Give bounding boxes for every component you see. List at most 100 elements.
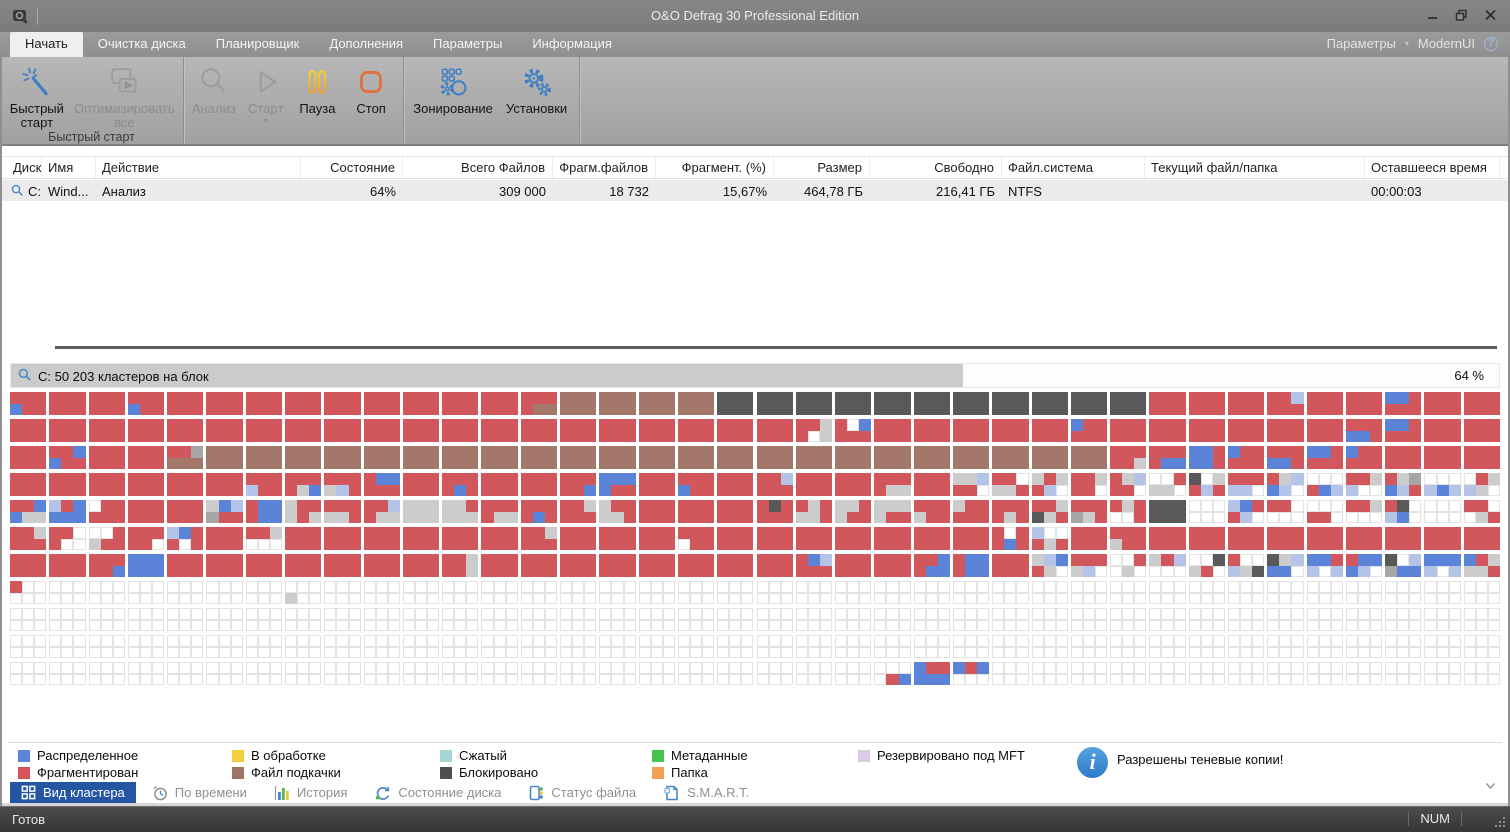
column-header[interactable]: Действие [96, 157, 301, 178]
cluster-block [1110, 635, 1146, 658]
cluster-block [835, 635, 871, 658]
cluster-block [10, 419, 46, 442]
pause-button[interactable]: Пауза [292, 62, 344, 116]
tab-disk-state[interactable]: Состояние диска [363, 782, 512, 803]
tab-start[interactable]: Начать [10, 32, 83, 57]
cluster-block [403, 419, 439, 442]
cluster-block [1189, 635, 1225, 658]
column-header[interactable]: Текущий файл/папка [1145, 157, 1365, 178]
cluster-block [953, 635, 989, 658]
cluster-block [206, 635, 242, 658]
cluster-block [1346, 419, 1382, 442]
cluster-block [1267, 419, 1303, 442]
cluster-block [914, 473, 950, 496]
tab-settings[interactable]: Параметры [418, 32, 517, 57]
optimize-icon [107, 62, 141, 102]
menu-tab-bar: НачатьОчистка дискаПланировщикДополнения… [0, 32, 1510, 57]
cluster-block [1307, 635, 1343, 658]
legend-item-folder: Папка [652, 764, 748, 781]
cluster-block [128, 662, 164, 685]
drive-table-row[interactable]: C:Wind...Анализ64%309 00018 73215,67%464… [2, 180, 1508, 201]
cluster-block [992, 662, 1028, 685]
collapse-panel-icon[interactable] [1485, 781, 1496, 793]
cluster-block [10, 392, 46, 415]
cluster-block [953, 581, 989, 604]
restore-button[interactable] [1453, 7, 1469, 22]
column-header[interactable]: Имя [42, 157, 96, 178]
quick-start-button[interactable]: Быстрый старт [4, 62, 70, 130]
parameters-menu[interactable]: Параметры [1327, 36, 1396, 51]
ribbon-group-label: Быстрый старт [0, 130, 183, 144]
tab-disk-cleanup[interactable]: Очистка диска [83, 32, 201, 57]
cluster-block [324, 500, 360, 523]
cluster-block [757, 392, 793, 415]
column-header[interactable]: Размер [774, 157, 870, 178]
cluster-block [678, 527, 714, 550]
cluster-block [1071, 473, 1107, 496]
status-separator [1461, 811, 1462, 826]
tab-cluster-view[interactable]: Вид кластера [10, 782, 136, 803]
cluster-block [1189, 581, 1225, 604]
cluster-block [89, 581, 125, 604]
cluster-block [560, 581, 596, 604]
column-header[interactable]: Фрагмент. (%) [656, 157, 774, 178]
cluster-block [128, 527, 164, 550]
cluster-block [1267, 392, 1303, 415]
cluster-block [324, 446, 360, 469]
cluster-block [1346, 608, 1382, 631]
parameters-caret-icon: ▾ [1405, 39, 1409, 48]
cluster-block [992, 419, 1028, 442]
setup-button[interactable]: Установки [498, 62, 575, 116]
cluster-block [481, 473, 517, 496]
cluster-block [364, 392, 400, 415]
close-button[interactable] [1482, 7, 1498, 22]
cluster-block [246, 392, 282, 415]
cluster-block [1228, 473, 1264, 496]
cluster-block [1071, 635, 1107, 658]
shadow-copy-notice: i Разрешены теневые копии! [1077, 747, 1283, 778]
tab-addons[interactable]: Дополнения [314, 32, 418, 57]
splitter-handle[interactable] [55, 346, 1497, 349]
cluster-block [1424, 446, 1460, 469]
tab-history[interactable]: История [263, 782, 358, 803]
cluster-block [481, 662, 517, 685]
cluster-block [560, 662, 596, 685]
tab-file-status[interactable]: Статус файла [517, 782, 647, 803]
tab-by-time[interactable]: По времени [141, 782, 258, 803]
column-header[interactable]: Фрагм.файлов [553, 157, 656, 178]
help-icon[interactable]: ? [1484, 37, 1498, 51]
cluster-block [49, 554, 85, 577]
cluster-block [560, 419, 596, 442]
tab-scheduler[interactable]: Планировщик [201, 32, 315, 57]
resize-grip-icon[interactable] [1503, 825, 1505, 827]
column-header[interactable]: Всего Файлов [403, 157, 553, 178]
column-header[interactable]: Состояние [301, 157, 403, 178]
column-header[interactable]: Файл.система [1002, 157, 1145, 178]
cell: 464,78 ГБ [774, 180, 870, 201]
stop-button[interactable]: Стоп [343, 62, 399, 116]
cluster-block [128, 419, 164, 442]
cluster-block [1228, 581, 1264, 604]
cluster-block [128, 635, 164, 658]
tab-smart[interactable]: S.M.A.R.T. [652, 782, 760, 803]
legend-column: МетаданныеПапка [652, 747, 748, 781]
column-header[interactable]: Диск [2, 157, 42, 178]
tab-information[interactable]: Информация [517, 32, 627, 57]
cluster-block [206, 392, 242, 415]
minimize-button[interactable] [1424, 7, 1440, 22]
cluster-block [717, 608, 753, 631]
cluster-block [953, 527, 989, 550]
cluster-block [678, 419, 714, 442]
cluster-block [246, 527, 282, 550]
cluster-map[interactable] [10, 392, 1500, 685]
zoning-button[interactable]: Зонирование [408, 62, 498, 116]
modernui-toggle[interactable]: ModernUI [1418, 36, 1475, 51]
cluster-block [1307, 527, 1343, 550]
cluster-block [1424, 635, 1460, 658]
column-header[interactable]: Свободно [870, 157, 1002, 178]
cell: 18 732 [553, 180, 656, 201]
column-header[interactable]: Оставшееся время [1365, 157, 1500, 178]
cluster-block [1346, 662, 1382, 685]
cluster-block [364, 446, 400, 469]
app-window: O&O Defrag 30 Professional Edition Начат… [0, 0, 1510, 832]
